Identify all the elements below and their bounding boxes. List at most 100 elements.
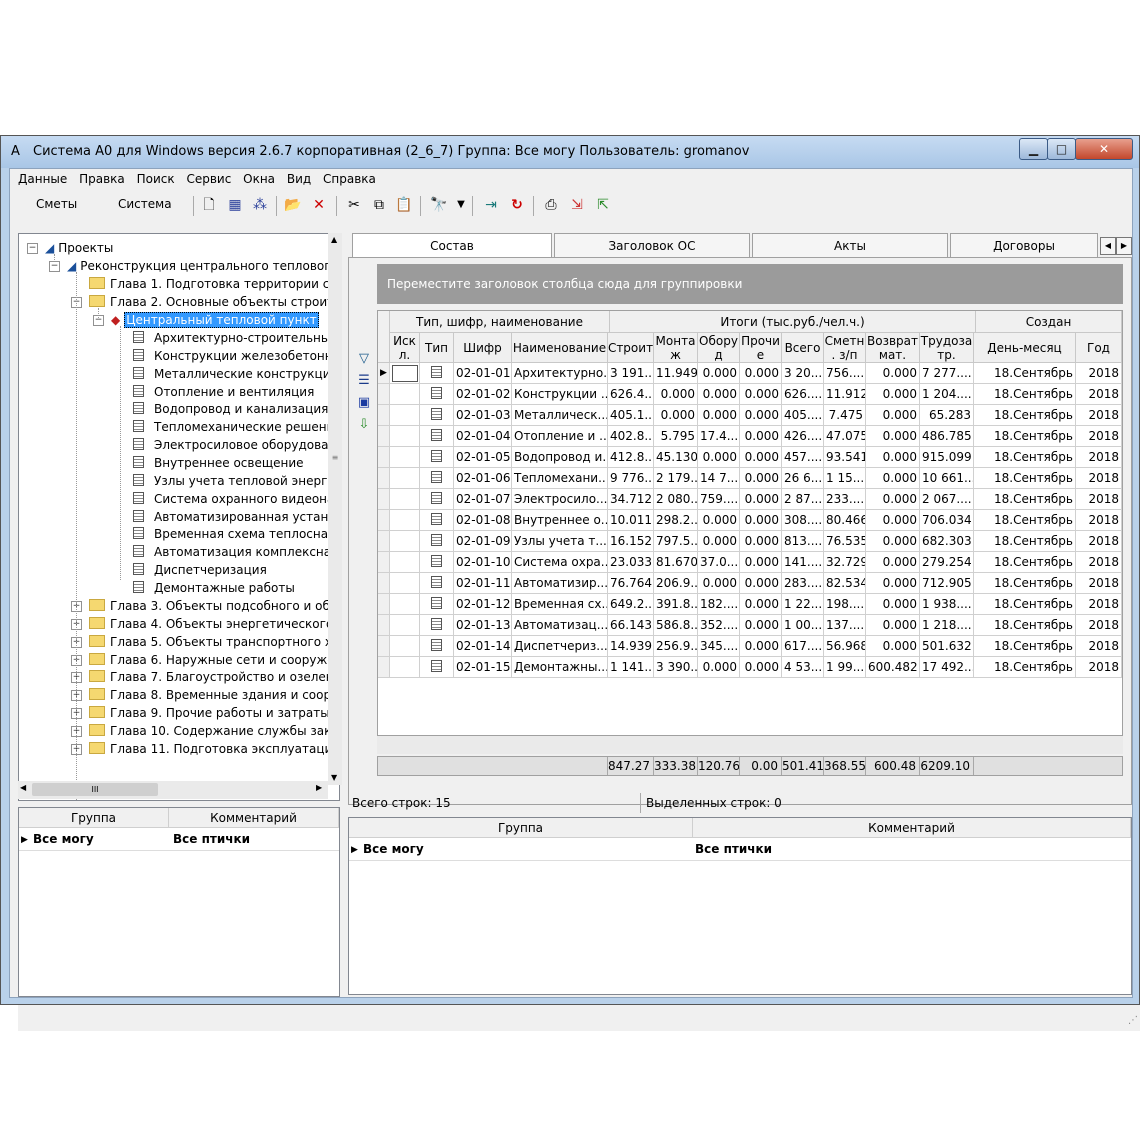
grid-cell[interactable]: 2018 (1076, 615, 1122, 636)
exclude-cell[interactable] (390, 447, 420, 468)
grid-cell[interactable]: 80.466 (824, 510, 866, 531)
grid-cell[interactable]: Отопление и ... (512, 426, 608, 447)
grid-cell[interactable]: 0.000 (740, 468, 782, 489)
chevron-down-icon[interactable]: ▼ (452, 196, 470, 214)
grid-cell[interactable]: 11.912 (824, 384, 866, 405)
column-header[interactable]: Иск л. (390, 333, 420, 363)
tree-project[interactable]: − ◢ Реконструкция центрального теплового п (49, 257, 339, 275)
grid-cell[interactable]: 18.Сентябрь (974, 363, 1076, 384)
column-header-comment[interactable]: Комментарий (693, 818, 1131, 838)
grid-cell[interactable]: 756.... (824, 363, 866, 384)
grid-cell[interactable]: 76.764 (608, 573, 654, 594)
grid-cell[interactable]: 02-01-14 (454, 636, 512, 657)
grid-cell[interactable]: 2018 (1076, 552, 1122, 573)
grid-cell[interactable]: 486.785 (920, 426, 974, 447)
grid-cell[interactable]: 65.283 (920, 405, 974, 426)
tree-estimate-item[interactable]: Система охранного видеонабл (133, 490, 339, 508)
column-header[interactable]: Шифр (454, 333, 512, 363)
grid-cell[interactable]: 0.000 (740, 510, 782, 531)
tree-chapter[interactable]: + Глава 7. Благоустройство и озеленени (71, 668, 339, 686)
grid-cell[interactable]: 706.034 (920, 510, 974, 531)
grid-cell[interactable]: 0.000 (866, 573, 920, 594)
group-cell[interactable]: Все могу (363, 839, 424, 859)
row-indicator-header[interactable] (378, 311, 390, 363)
grid-cell[interactable]: 0.000 (740, 552, 782, 573)
grid-cell[interactable]: 02-01-04 (454, 426, 512, 447)
grid-cell[interactable]: 0.000 (866, 405, 920, 426)
row-indicator[interactable] (378, 594, 390, 615)
grid-cell[interactable]: 02-01-09 (454, 531, 512, 552)
grid-cell[interactable]: 352.... (698, 615, 740, 636)
grid-cell[interactable]: 0.000 (740, 636, 782, 657)
grid-cell[interactable]: 02-01-03 (454, 405, 512, 426)
menu-data[interactable]: Данные (18, 172, 67, 186)
grid-cell[interactable]: 18.Сентябрь (974, 657, 1076, 678)
grid-cell[interactable]: 182.... (698, 594, 740, 615)
exclude-cell[interactable] (390, 531, 420, 552)
tree-estimate-item[interactable]: Автоматизированная установк (133, 508, 339, 526)
grid-cell[interactable]: 2018 (1076, 657, 1122, 678)
grid-cell[interactable]: 0.000 (866, 594, 920, 615)
grid-cell[interactable]: 66.143 (608, 615, 654, 636)
grid-cell[interactable]: 0.000 (698, 573, 740, 594)
grid-cell[interactable]: Демонтажны... (512, 657, 608, 678)
row-indicator[interactable] (378, 405, 390, 426)
grid-cell[interactable]: 9 776... (608, 468, 654, 489)
grid-cell[interactable]: 3 390... (654, 657, 698, 678)
grid-cell[interactable]: 391.8... (654, 594, 698, 615)
row-indicator[interactable] (378, 510, 390, 531)
row-indicator[interactable] (378, 531, 390, 552)
grid-cell[interactable]: 457.... (782, 447, 824, 468)
tree-root[interactable]: − ◢ Проекты (27, 239, 113, 257)
grid-cell[interactable]: 0.000 (740, 573, 782, 594)
exclude-cell[interactable] (390, 552, 420, 573)
grid-cell[interactable]: 0.000 (698, 384, 740, 405)
tree-estimate-item[interactable]: Отопление и вентиляция (133, 383, 314, 401)
column-header[interactable]: Возврат мат. (866, 333, 920, 363)
grid-cell[interactable]: 2018 (1076, 405, 1122, 426)
tree-estimate-item[interactable]: Архитектурно-строительные р (133, 329, 339, 347)
column-header[interactable]: Всего (782, 333, 824, 363)
grid-cell[interactable]: Металлическ... (512, 405, 608, 426)
grid-cell[interactable]: 1 00... (782, 615, 824, 636)
grid-cell[interactable]: 11.949 (654, 363, 698, 384)
collapse-icon[interactable]: − (49, 261, 60, 272)
grid-cell[interactable]: Узлы учета т... (512, 531, 608, 552)
grid-cell[interactable]: 0.000 (740, 426, 782, 447)
grid-cell[interactable]: Архитектурно... (512, 363, 608, 384)
print-icon[interactable]: ⎙ (542, 196, 560, 214)
column-header[interactable]: День-месяц (974, 333, 1076, 363)
column-header[interactable]: Наименование (512, 333, 608, 363)
check-grid-icon[interactable]: ▣ (355, 394, 373, 412)
grid-cell[interactable]: Временная сх... (512, 594, 608, 615)
tree-chapter[interactable]: + Глава 6. Наружные сети и сооружения (71, 651, 339, 669)
grid-cell[interactable]: 37.0... (698, 552, 740, 573)
grid-cell[interactable]: 1 218.... (920, 615, 974, 636)
tree-object-selected[interactable]: − ◆ Центральный тепловой пункт (93, 311, 319, 329)
grid-cell[interactable]: 402.8... (608, 426, 654, 447)
grid-cell[interactable]: 141.... (782, 552, 824, 573)
grid-cell[interactable]: 2018 (1076, 531, 1122, 552)
grid-cell[interactable]: 18.Сентябрь (974, 615, 1076, 636)
row-indicator[interactable] (378, 426, 390, 447)
grid-cell[interactable]: 626.4... (608, 384, 654, 405)
tab-scroll-left-icon[interactable]: ◀ (1100, 237, 1116, 255)
grid-cell[interactable]: 0.000 (698, 447, 740, 468)
row-indicator[interactable] (378, 636, 390, 657)
grid-cell[interactable]: 02-01-11 (454, 573, 512, 594)
grid-cell[interactable]: 0.000 (866, 510, 920, 531)
grid-cell[interactable]: 2018 (1076, 363, 1122, 384)
menu-view[interactable]: Вид (287, 172, 311, 186)
tree-chapter-2[interactable]: − Глава 2. Основные объекты строитель (71, 293, 339, 311)
grid-cell[interactable]: 2018 (1076, 447, 1122, 468)
band-header-type[interactable]: Тип, шифр, наименование (390, 311, 610, 333)
maximize-button[interactable]: □ (1047, 138, 1076, 160)
grid-cell[interactable]: 5.795 (654, 426, 698, 447)
exclude-cell[interactable] (390, 510, 420, 531)
grid-cell[interactable]: 18.Сентябрь (974, 531, 1076, 552)
grid-cell[interactable]: 7.475 (824, 405, 866, 426)
grid-cell[interactable]: 0.000 (698, 510, 740, 531)
exclude-cell[interactable] (390, 426, 420, 447)
grid-cell[interactable]: 0.000 (698, 405, 740, 426)
column-layout-icon[interactable]: ☰ (355, 372, 373, 390)
